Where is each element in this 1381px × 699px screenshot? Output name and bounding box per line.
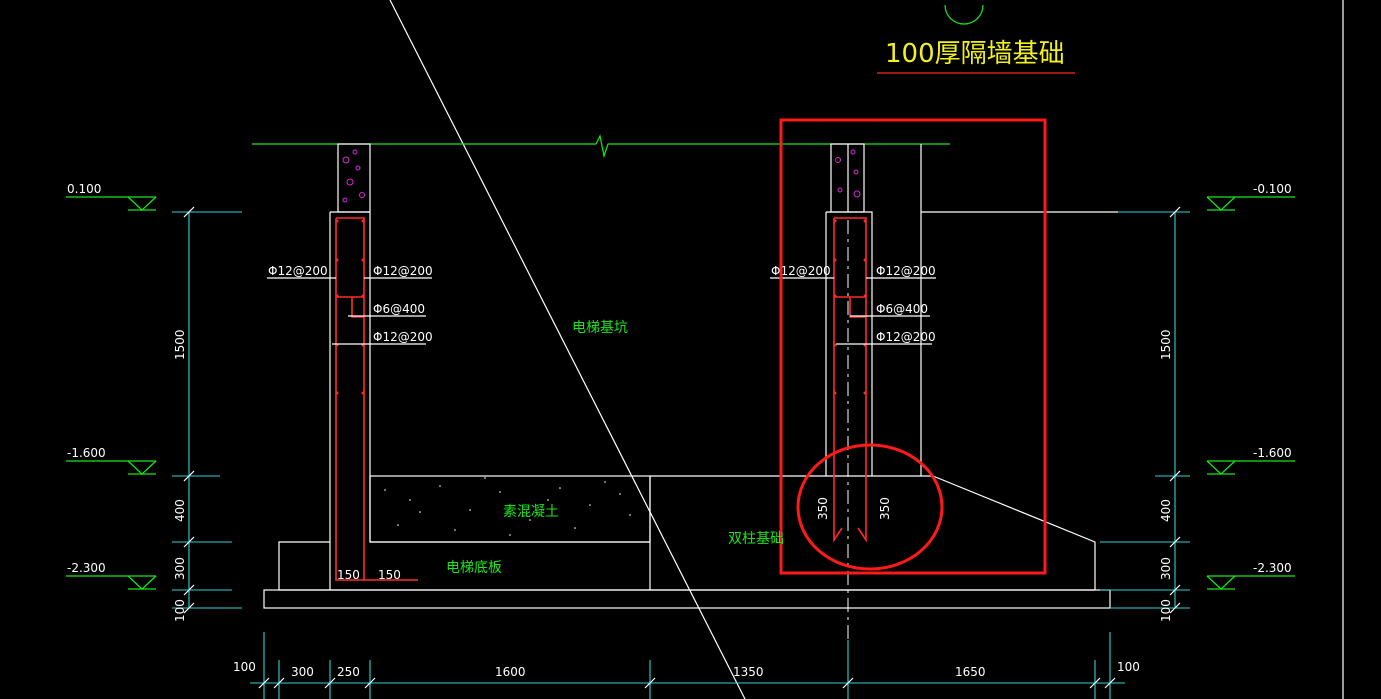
right-dim-100: 100 <box>1159 599 1173 622</box>
right-rebar-inner-bottom: Φ12@200 <box>876 330 936 344</box>
left-wall-masonry-hatch <box>342 149 365 203</box>
right-rebar-inner-top: Φ12@200 <box>876 264 936 278</box>
right-level-top: -0.100 <box>1253 182 1292 196</box>
left-level-markers <box>66 196 157 590</box>
right-dim-400: 400 <box>1159 499 1173 522</box>
left-dim-1500: 1500 <box>173 329 187 360</box>
hdim-300: 300 <box>291 665 314 679</box>
left-vertical-dimension-lines <box>172 206 242 614</box>
left-level-mid: -1.600 <box>67 446 106 460</box>
right-dim-300: 300 <box>1159 557 1173 580</box>
hdim-1350: 1350 <box>733 665 764 679</box>
right-wall-stirrup <box>834 296 866 318</box>
right-anchor-a: 350 <box>816 497 830 520</box>
left-level-top: 0.100 <box>67 182 101 196</box>
right-wall-rebar-cage <box>833 217 867 543</box>
right-level-bottom: -2.300 <box>1253 561 1292 575</box>
left-rebar-outer-top: Φ12@200 <box>268 264 328 278</box>
hdim-250: 250 <box>337 665 360 679</box>
right-level-mid: -1.600 <box>1253 446 1292 460</box>
left-dim-400: 400 <box>173 499 187 522</box>
grid-bubble <box>944 4 984 25</box>
left-dim-100: 100 <box>173 599 187 622</box>
right-dim-1500: 1500 <box>1159 329 1173 360</box>
hdim-1650: 1650 <box>955 665 986 679</box>
left-rebar-stirrup: Φ6@400 <box>373 302 425 316</box>
right-level-markers <box>1206 196 1295 590</box>
left-anchor-a: 150 <box>337 568 360 582</box>
right-anchor-b: 350 <box>878 497 892 520</box>
right-rebar-stirrup: Φ6@400 <box>876 302 928 316</box>
left-rebar-dots <box>335 219 365 395</box>
drawing-title: 100厚隔墙基础 <box>885 39 1065 69</box>
left-level-bottom: -2.300 <box>67 561 106 575</box>
hdim-1600: 1600 <box>495 665 526 679</box>
horizontal-dimension-lines <box>250 632 1125 699</box>
left-wall-stirrup <box>336 296 364 318</box>
left-anchor-b: 150 <box>378 568 401 582</box>
diagonal-reference-line <box>389 0 746 699</box>
label-plain-concrete: 素混凝土 <box>503 504 559 520</box>
label-pit: 电梯基坑 <box>572 319 628 336</box>
hdim-100-right: 100 <box>1117 660 1140 674</box>
label-double-column-foundation: 双柱基础 <box>728 530 784 547</box>
label-pit-slab: 电梯底板 <box>446 560 502 576</box>
left-dim-300: 300 <box>173 557 187 580</box>
left-footing-outline <box>278 541 330 590</box>
right-vertical-dimension-lines <box>1100 206 1190 614</box>
hdim-100-left: 100 <box>233 660 256 674</box>
left-rebar-inner-bottom: Φ12@200 <box>373 330 433 344</box>
left-rebar-inner-top: Φ12@200 <box>373 264 433 278</box>
foundation-section-drawing: 100厚隔墙基础 Φ12@200 Φ12@200 Φ6@400 Φ12@200 … <box>66 0 1344 699</box>
cushion-layer <box>263 589 1111 609</box>
